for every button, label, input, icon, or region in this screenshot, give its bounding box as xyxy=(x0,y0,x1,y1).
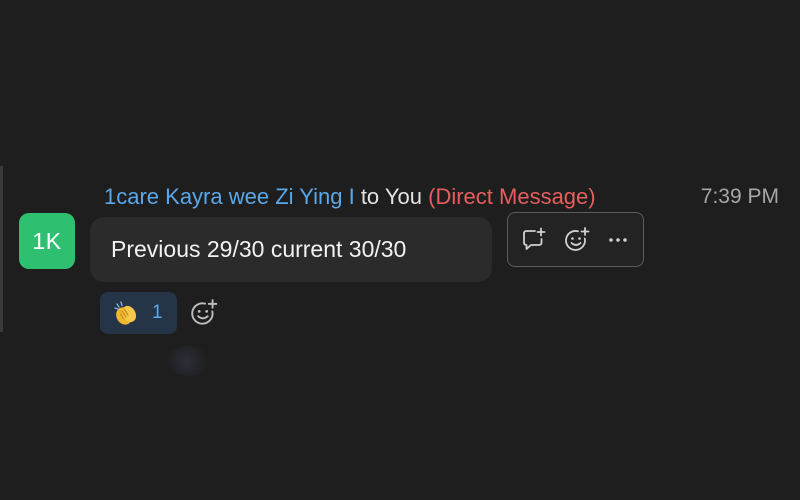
message-header: 1care Kayra wee Zi Ying I to You (Direct… xyxy=(104,184,596,210)
avatar[interactable]: 1K xyxy=(19,213,75,269)
reply-button[interactable] xyxy=(519,225,549,255)
smiley-plus-icon xyxy=(565,227,590,251)
add-reaction-inline-button[interactable] xyxy=(189,298,219,328)
background-blur xyxy=(166,346,212,376)
message-bubble[interactable]: Previous 29/30 current 30/30 xyxy=(90,217,492,282)
message-text: Previous 29/30 current 30/30 xyxy=(111,236,407,262)
message-timestamp: 7:39 PM xyxy=(700,185,779,208)
avatar-initials: 1K xyxy=(32,227,62,254)
comment-plus-icon xyxy=(523,227,546,250)
message-actions-toolbar xyxy=(507,212,644,267)
clapping-hands-icon xyxy=(114,301,137,325)
smiley-plus-icon xyxy=(191,299,218,325)
message-left-rail xyxy=(0,166,3,332)
direct-message-label: (Direct Message) xyxy=(428,184,596,209)
more-horizontal-icon xyxy=(609,238,627,242)
recipient-label: to You xyxy=(360,184,422,209)
message-row: 1K 1care Kayra wee Zi Ying I to You (Dir… xyxy=(0,166,800,334)
more-options-button[interactable] xyxy=(604,225,634,255)
reaction-count: 1 xyxy=(152,302,163,323)
add-reaction-button[interactable] xyxy=(562,225,592,255)
reaction-chip[interactable]: 1 xyxy=(100,292,177,334)
sender-name[interactable]: 1care Kayra wee Zi Ying I xyxy=(104,184,355,209)
